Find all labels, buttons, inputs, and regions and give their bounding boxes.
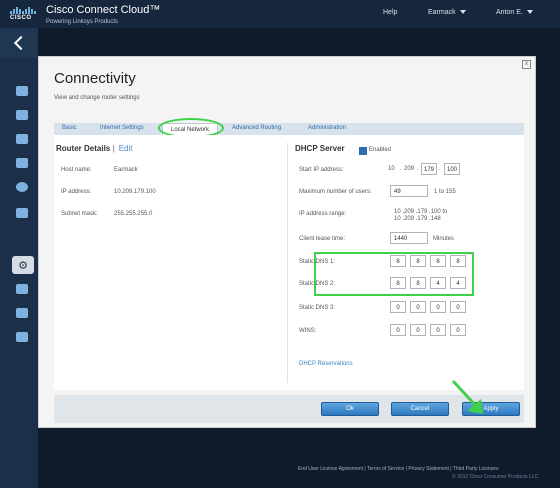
storage-icon[interactable] bbox=[16, 284, 28, 294]
ip-range-line-2: 10 .209 .179 .148 bbox=[394, 216, 441, 222]
router-menu-label: Earmack bbox=[428, 9, 456, 16]
ip-address-value: 10.209.179.100 bbox=[114, 189, 156, 195]
dns-3-octet-4[interactable]: 0 bbox=[450, 301, 466, 313]
back-button[interactable] bbox=[0, 28, 38, 58]
local-network-content: Router Details | Edit Host name: Earmack … bbox=[54, 135, 524, 390]
tab-internet-settings[interactable]: Internet Settings bbox=[100, 125, 144, 131]
static-dns-2-label: Static DNS 2: bbox=[299, 281, 336, 287]
start-ip-octet-3[interactable]: 179 bbox=[421, 163, 437, 175]
static-dns-1-label: Static DNS 1: bbox=[299, 259, 336, 265]
wins-octet-3[interactable]: 0 bbox=[430, 324, 446, 336]
speed-icon[interactable] bbox=[16, 182, 28, 192]
page-subtitle: View and change router settings bbox=[54, 95, 140, 101]
router-details-heading: Router Details bbox=[56, 144, 111, 153]
dns-3-octet-2[interactable]: 0 bbox=[410, 301, 426, 313]
chevron-down-icon bbox=[459, 10, 466, 15]
wifi-icon[interactable] bbox=[16, 308, 28, 318]
annotation-arrow-icon bbox=[451, 379, 483, 414]
static-dns-3-label: Static DNS 3: bbox=[299, 305, 336, 311]
parental-controls-icon[interactable] bbox=[16, 158, 28, 168]
dns-1-octet-2[interactable]: 8 bbox=[410, 255, 426, 267]
cisco-logo: CISCO bbox=[10, 7, 38, 21]
dhcp-enabled-label: Enabled bbox=[369, 147, 392, 153]
brand-title: Cisco Connect Cloud™ bbox=[46, 4, 161, 16]
dhcp-server-title: DHCP Server bbox=[295, 144, 345, 153]
connectivity-dialog: x Connectivity View and change router se… bbox=[38, 56, 536, 428]
dns-1-octet-1[interactable]: 8 bbox=[390, 255, 406, 267]
start-ip-dot: . bbox=[417, 166, 419, 172]
lease-time-input[interactable]: 1440 bbox=[390, 232, 428, 244]
edit-link[interactable]: Edit bbox=[119, 144, 133, 153]
dns-3-octet-3[interactable]: 0 bbox=[430, 301, 446, 313]
dns-2-octet-1[interactable]: 8 bbox=[390, 277, 406, 289]
start-ip-octet-4[interactable]: 100 bbox=[444, 163, 460, 175]
close-icon[interactable]: x bbox=[522, 60, 531, 69]
subnet-mask-value: 255.255.255.0 bbox=[114, 211, 153, 217]
host-name-value: Earmack bbox=[114, 167, 138, 173]
max-users-input[interactable]: 49 bbox=[390, 185, 428, 197]
wins-octet-2[interactable]: 0 bbox=[410, 324, 426, 336]
start-ip-dot: . bbox=[439, 166, 441, 172]
host-name-label: Host name: bbox=[61, 167, 92, 173]
lease-time-unit: Minutes bbox=[433, 236, 455, 242]
footer-links[interactable]: End User License Agreement | Terms of Se… bbox=[298, 466, 498, 472]
divider bbox=[287, 143, 288, 383]
page-title: Connectivity bbox=[54, 70, 136, 87]
start-ip-octet-1: 10 bbox=[388, 166, 395, 172]
cancel-button[interactable]: Cancel bbox=[391, 402, 449, 416]
top-bar: CISCO Cisco Connect Cloud™ Powering Link… bbox=[0, 0, 560, 28]
dns-2-octet-3[interactable]: 4 bbox=[430, 277, 446, 289]
wins-octet-4[interactable]: 0 bbox=[450, 324, 466, 336]
copyright: © 2012 Cisco Consumer Products LLC bbox=[452, 474, 539, 480]
lease-time-label: Client lease time: bbox=[299, 236, 346, 242]
security-icon[interactable] bbox=[16, 332, 28, 342]
warning-icon[interactable] bbox=[16, 134, 28, 144]
subnet-mask-label: Subnet mask: bbox=[61, 211, 98, 217]
ip-range-label: IP address range: bbox=[299, 211, 347, 217]
devices-icon[interactable] bbox=[16, 86, 28, 96]
brand-subtitle: Powering Linksys Products bbox=[46, 19, 119, 25]
chevron-down-icon bbox=[526, 10, 533, 15]
ip-range-line-1: 10 .209 .179 .100 to bbox=[394, 209, 448, 215]
tab-advanced-routing[interactable]: Advanced Routing bbox=[232, 125, 281, 131]
dns-1-octet-4[interactable]: 8 bbox=[450, 255, 466, 267]
ip-address-label: IP address: bbox=[61, 189, 92, 195]
brand: Cisco Connect Cloud™ Powering Linksys Pr… bbox=[46, 5, 160, 28]
start-ip-label: Start IP address: bbox=[299, 167, 344, 173]
dhcp-reservations-link[interactable]: DHCP Reservations bbox=[299, 361, 353, 367]
start-ip-dot: . bbox=[400, 166, 402, 172]
tab-administration[interactable]: Administration bbox=[308, 125, 346, 131]
router-details-title: Router Details | Edit bbox=[56, 144, 133, 153]
gear-icon[interactable]: ⚙ bbox=[12, 256, 34, 274]
wins-label: WINS: bbox=[299, 328, 317, 334]
tab-basic[interactable]: Basic bbox=[62, 125, 77, 131]
max-users-range: 1 to 155 bbox=[434, 189, 456, 195]
user-menu[interactable]: Anton E. bbox=[496, 9, 533, 16]
router-menu[interactable]: Earmack bbox=[428, 9, 466, 16]
dns-1-octet-3[interactable]: 8 bbox=[430, 255, 446, 267]
start-ip-octet-2: 209 bbox=[404, 166, 415, 172]
dns-2-octet-2[interactable]: 8 bbox=[410, 277, 426, 289]
dhcp-enabled-checkbox[interactable] bbox=[359, 147, 367, 155]
dns-3-octet-1[interactable]: 0 bbox=[390, 301, 406, 313]
media-icon[interactable] bbox=[16, 208, 28, 218]
wins-octet-1[interactable]: 0 bbox=[390, 324, 406, 336]
help-link[interactable]: Help bbox=[383, 9, 397, 16]
max-users-label: Maximum number of users: bbox=[299, 189, 372, 195]
ok-button[interactable]: Ok bbox=[321, 402, 379, 416]
user-menu-label: Anton E. bbox=[496, 9, 523, 16]
back-arrow-icon bbox=[13, 35, 29, 51]
dns-2-octet-4[interactable]: 4 bbox=[450, 277, 466, 289]
briefcase-icon[interactable] bbox=[16, 110, 28, 120]
